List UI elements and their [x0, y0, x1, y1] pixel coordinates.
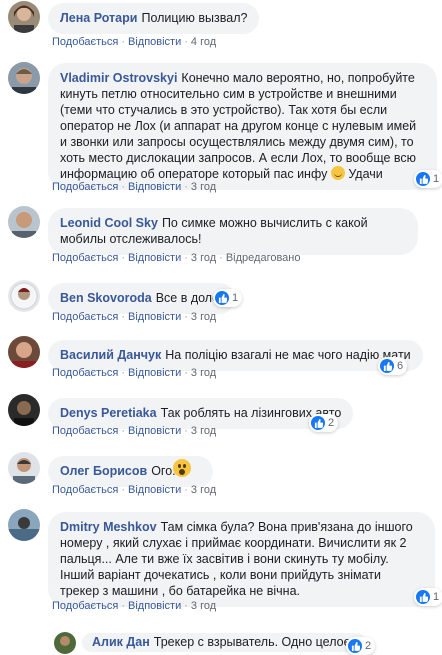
comment-bubble: Лена Ротари Полицию вызвал?	[48, 3, 260, 34]
author-name[interactable]: Алик Дан	[92, 635, 150, 649]
reaction-badge[interactable]: 2	[309, 414, 339, 432]
like-icon	[348, 639, 362, 653]
comment-bubble: Vladimir Ostrovskyi Конечно мало вероятно…	[48, 63, 437, 190]
comment-actions: Подобається · Відповісти · 3 год	[52, 600, 217, 612]
like-link[interactable]: Подобається	[52, 367, 118, 379]
avatar[interactable]	[8, 336, 40, 368]
comment-bubble: Алик Дан Трекер с взрыватель. Одно целое.	[82, 633, 366, 652]
avatar[interactable]	[8, 452, 40, 484]
reaction-badge[interactable]: 2	[346, 637, 376, 655]
timestamp[interactable]: 4 год	[191, 36, 216, 48]
like-icon	[380, 359, 394, 373]
comment-text: На поліцію взагалі не має чого надію мат…	[165, 348, 411, 362]
comment-actions: Подобається · Відповісти · 3 год	[52, 484, 217, 496]
comment-text: Полицию вызвал?	[141, 11, 248, 25]
comment-text: Трекер с взрыватель. Одно целое.	[153, 635, 354, 649]
reply-link[interactable]: Відповісти	[128, 425, 181, 437]
comment-actions: Подобається · Відповісти · 4 год	[52, 36, 217, 48]
comment-actions: Подобається · Відповісти · 3 год · Відредагова…	[52, 252, 301, 264]
reaction-count: 1	[433, 591, 440, 603]
author-name[interactable]: Leonid Cool Sky	[60, 216, 158, 230]
author-name[interactable]: Dmitry Meshkov	[60, 520, 157, 534]
reaction-count: 2	[365, 640, 372, 652]
author-name[interactable]: Василий Данчук	[60, 348, 161, 362]
like-icon	[215, 291, 229, 305]
timestamp[interactable]: 3 год	[191, 367, 216, 379]
timestamp[interactable]: 3 год	[191, 311, 216, 323]
comment-actions: Подобається · Відповісти · 3 год	[52, 425, 217, 437]
like-link[interactable]: Подобається	[52, 252, 118, 264]
reaction-count: 1	[433, 173, 440, 185]
like-link[interactable]: Подобається	[52, 36, 118, 48]
like-link[interactable]: Подобається	[52, 311, 118, 323]
smile-emoji-icon	[330, 166, 345, 180]
reply-link[interactable]: Відповісти	[128, 252, 181, 264]
timestamp[interactable]: 3 год	[191, 181, 216, 193]
reply-link[interactable]: Відповісти	[128, 36, 181, 48]
comment-bubble: Dmitry Meshkov Там сімка була? Вона прив'…	[48, 512, 435, 607]
reaction-count: 6	[397, 360, 404, 372]
timestamp[interactable]: 3 год	[191, 252, 216, 264]
reaction-badge[interactable]: 1	[213, 289, 243, 307]
comment-actions: Подобається · Відповісти · 3 год	[52, 311, 217, 323]
reply-link[interactable]: Відповісти	[128, 367, 181, 379]
like-link[interactable]: Подобається	[52, 484, 118, 496]
comment-text-end: Удачи	[348, 167, 383, 181]
timestamp[interactable]: 3 год	[191, 425, 216, 437]
author-name[interactable]: Лена Ротари	[60, 11, 137, 25]
comment-bubble: Ben Skovoroda Все в доле.	[48, 283, 235, 314]
author-name[interactable]: Denys Peretiaka	[60, 406, 157, 420]
author-name[interactable]: Олег Борисов	[60, 464, 147, 478]
comment-bubble: Leonid Cool Sky По симке можно вычислить …	[48, 208, 418, 255]
like-link[interactable]: Подобається	[52, 600, 118, 612]
comment-actions: Подобається · Відповісти · 3 год	[52, 181, 217, 193]
like-link[interactable]: Подобається	[52, 425, 118, 437]
avatar[interactable]	[8, 280, 40, 312]
reply-link[interactable]: Відповісти	[128, 484, 181, 496]
like-icon	[311, 416, 325, 430]
reply-link[interactable]: Відповісти	[128, 600, 181, 612]
avatar[interactable]	[8, 206, 40, 238]
like-icon	[416, 172, 430, 186]
author-name[interactable]: Ben Skovoroda	[60, 291, 152, 305]
timestamp[interactable]: 3 год	[191, 600, 216, 612]
reaction-badge[interactable]: 1	[414, 588, 442, 606]
comment-text: Конечно мало вероятно, но, попробуйте ки…	[60, 71, 417, 181]
reaction-badge[interactable]: 6	[378, 357, 408, 375]
reaction-count: 2	[328, 417, 335, 429]
wow-reaction-icon[interactable]	[173, 459, 191, 477]
avatar[interactable]	[8, 62, 40, 94]
like-icon	[416, 590, 430, 604]
reply-link[interactable]: Відповісти	[128, 311, 181, 323]
reaction-count: 1	[232, 292, 239, 304]
comment-actions: Подобається · Відповісти · 3 год	[52, 367, 217, 379]
author-name[interactable]: Vladimir Ostrovskyi	[60, 71, 177, 85]
like-link[interactable]: Подобається	[52, 181, 118, 193]
reply-link[interactable]: Відповісти	[128, 181, 181, 193]
avatar[interactable]	[8, 1, 40, 33]
timestamp[interactable]: 3 год	[191, 484, 216, 496]
avatar[interactable]	[54, 632, 76, 654]
avatar[interactable]	[8, 394, 40, 426]
edited-label[interactable]: Відредаговано	[226, 252, 301, 264]
reaction-badge[interactable]: 1	[414, 170, 442, 188]
avatar[interactable]	[8, 509, 40, 541]
